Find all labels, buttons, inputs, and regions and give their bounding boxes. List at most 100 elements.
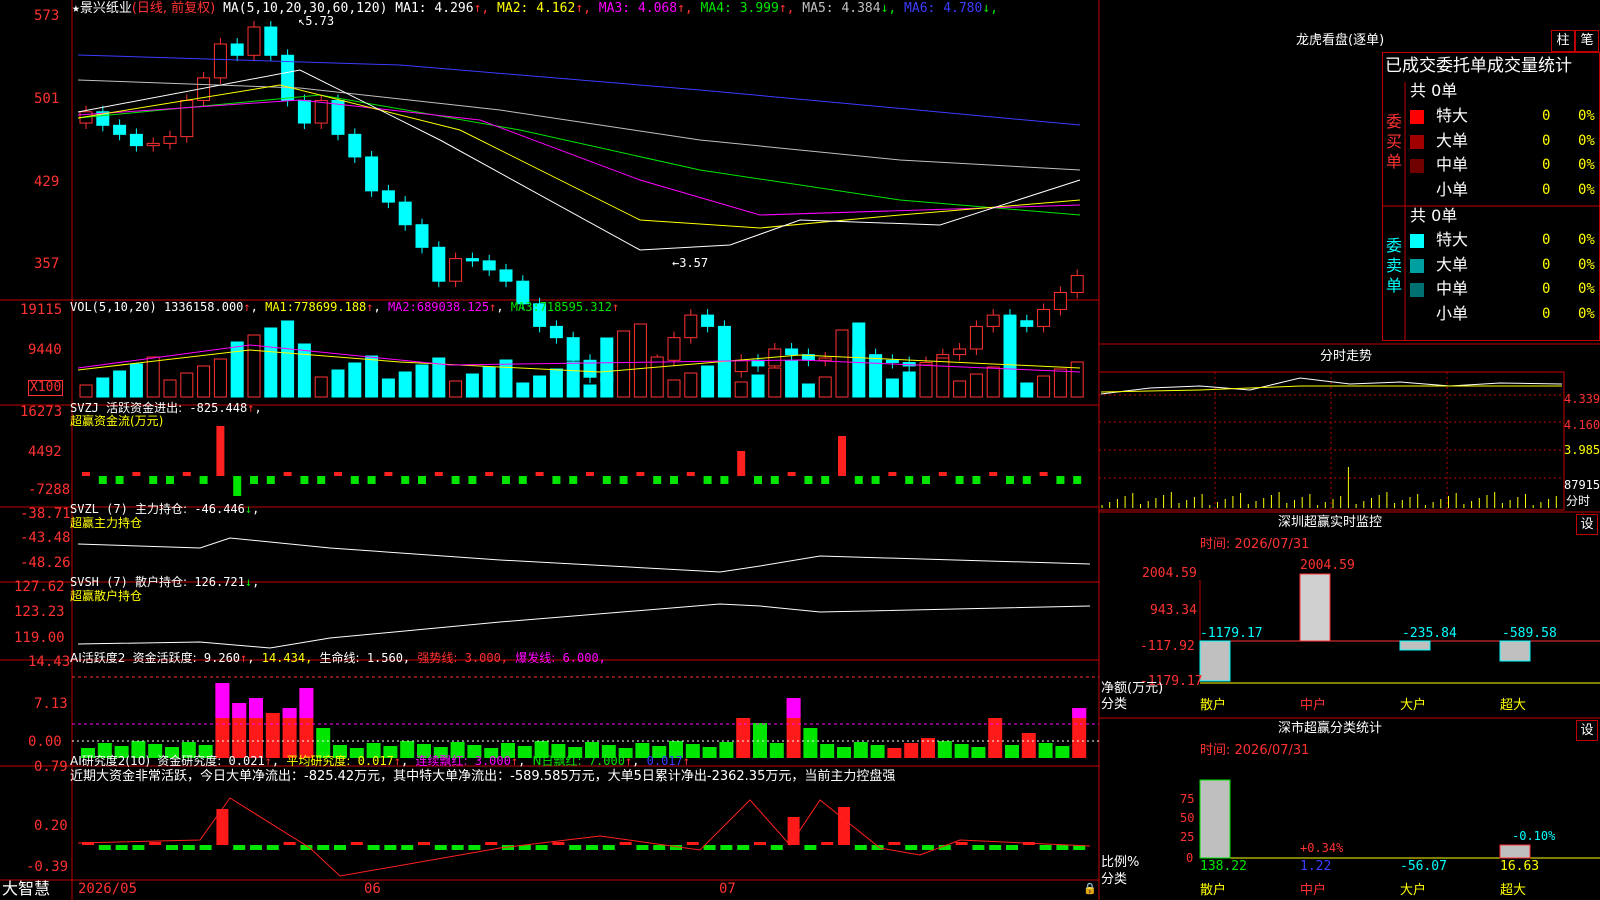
buy-total: 共 0单 xyxy=(1410,81,1458,100)
svzj-bar xyxy=(434,472,443,476)
volume-bar xyxy=(1020,382,1034,398)
sz-monitor-settings-button[interactable]: 设 xyxy=(1576,514,1598,535)
vol-unit-badge[interactable]: X100 xyxy=(28,380,64,396)
main-header: ★景兴纸业(日线, 前复权) MA(5,10,20,30,60,120) MA1… xyxy=(72,2,998,16)
ai2-bar xyxy=(971,747,986,758)
svzj-bar xyxy=(989,472,998,476)
svzj-bar xyxy=(283,472,292,476)
candle-body xyxy=(113,124,127,135)
candle-body xyxy=(1070,275,1084,293)
svzj-bar xyxy=(502,476,510,484)
ai-research-bar xyxy=(787,817,800,845)
volume-bar xyxy=(465,373,479,398)
svzj-bar xyxy=(418,476,426,484)
sz-time: 时间: 2026/07/31 xyxy=(1200,537,1310,552)
order-row-pct: 0% xyxy=(1578,256,1595,273)
order-row-pct: 0% xyxy=(1578,305,1595,322)
svzj-bar xyxy=(972,476,981,484)
order-row-count: 0 xyxy=(1542,108,1551,124)
svzj-bar xyxy=(367,476,376,484)
period-label[interactable]: (日线, 前复权) xyxy=(132,1,215,16)
y-tick: 127.62 xyxy=(14,579,65,595)
ai-research-bar xyxy=(653,845,666,850)
ai2-bar xyxy=(769,743,784,758)
ai-research-bar xyxy=(1056,845,1069,850)
ai2-bar xyxy=(904,743,919,758)
candle-body xyxy=(449,258,463,282)
ai-research-bar xyxy=(905,845,918,850)
candle-body xyxy=(381,190,395,203)
candle-body xyxy=(566,337,580,361)
y-tick: 119.00 xyxy=(14,630,65,646)
sz-category: 超大 xyxy=(1500,698,1527,713)
svzj-bar xyxy=(854,476,863,484)
svsh-header: SVSH (7) 散户持仓: 126.721↓, xyxy=(70,575,260,589)
intraday-unit: 分时 xyxy=(1566,494,1591,508)
svzj-bar xyxy=(1022,476,1031,484)
y-tick: 3.985 xyxy=(1564,443,1600,457)
volume-bar xyxy=(499,359,513,398)
ai-commentary: 近期大资金非常活跃，今日大单净流出：-825.42万元，其中特大单净流出：-58… xyxy=(70,769,896,784)
volume-bar xyxy=(701,365,715,398)
lock-icon[interactable]: 🔒 xyxy=(1083,882,1097,896)
ai2-bar xyxy=(1021,733,1036,758)
ai-research-bar xyxy=(250,845,262,850)
svzj-bar xyxy=(720,476,729,484)
volume-bar xyxy=(566,361,580,398)
order-stats-title: 已成交委托单成交量统计 xyxy=(1385,56,1572,76)
order-row-count: 0 xyxy=(1542,181,1551,198)
class-category: 超大 xyxy=(1500,883,1527,898)
stroke-view-button[interactable]: 笔 xyxy=(1575,30,1599,52)
svzj-header: SVZJ 活跃资金进出: -825.448↑, xyxy=(70,401,262,415)
ai2-bar-top xyxy=(299,688,314,718)
svzj-bar xyxy=(401,476,410,484)
y-tick: 16273 xyxy=(20,404,63,420)
sz-category: 大户 xyxy=(1400,698,1427,713)
order-row-count: 0 xyxy=(1542,132,1551,149)
x-tick: 2026/05 xyxy=(78,881,138,897)
ma-values: MA1: 4.296↑, MA2: 4.162↑, MA3: 4.068↑, M… xyxy=(395,1,998,16)
candle-body xyxy=(297,99,311,124)
ma1-line xyxy=(77,69,1081,251)
candle-body xyxy=(684,314,698,339)
order-row-label: 中单 xyxy=(1436,279,1469,298)
x-tick: 06 xyxy=(364,881,381,897)
svzj-bar xyxy=(1039,472,1048,476)
volume-bar xyxy=(617,330,631,398)
svzj-bar xyxy=(569,476,578,484)
ai2-bar xyxy=(265,713,280,758)
y-tick: 4.160 xyxy=(1564,418,1600,432)
bar-view-button[interactable]: 柱 xyxy=(1551,30,1575,52)
class-pct: -0.10% xyxy=(1512,829,1556,843)
volume-bar xyxy=(415,364,429,398)
y-tick: -7288 xyxy=(28,482,71,498)
candle-body xyxy=(1037,308,1051,327)
ai2-bar xyxy=(887,748,902,758)
class-settings-button[interactable]: 设 xyxy=(1576,720,1598,741)
ai-research-bar xyxy=(350,842,363,845)
class-bar xyxy=(1499,844,1531,859)
svzj-bar xyxy=(737,451,746,476)
dragon-title: 龙虎看盘(逐单) xyxy=(1296,33,1385,48)
ma-value: MA5: 4.384 xyxy=(794,1,881,16)
ai2-bar-top xyxy=(1072,708,1087,718)
order-row-label: 中单 xyxy=(1436,155,1469,174)
buy-side-label: 委买单 xyxy=(1386,112,1403,171)
svzj-bar xyxy=(905,476,914,484)
svzj-bar xyxy=(233,476,242,496)
volume-bar xyxy=(835,329,849,398)
candle-body xyxy=(314,99,328,124)
x-tick: 07 xyxy=(719,881,736,897)
svzj-bar xyxy=(182,472,191,476)
favorite-star-icon[interactable]: ★ xyxy=(72,1,80,16)
ai-research-bar xyxy=(586,845,598,850)
ai-research-bar xyxy=(854,845,867,850)
ma-value: MA4: 3.999 xyxy=(692,1,779,16)
ai-research-bar xyxy=(434,845,447,850)
volume-bar xyxy=(633,323,647,398)
ai-research-bar xyxy=(535,845,548,850)
svzj-bar xyxy=(250,476,258,484)
ai-research-bar xyxy=(468,845,481,850)
ai-research-bar xyxy=(737,845,750,850)
svzj-bar xyxy=(485,472,494,476)
